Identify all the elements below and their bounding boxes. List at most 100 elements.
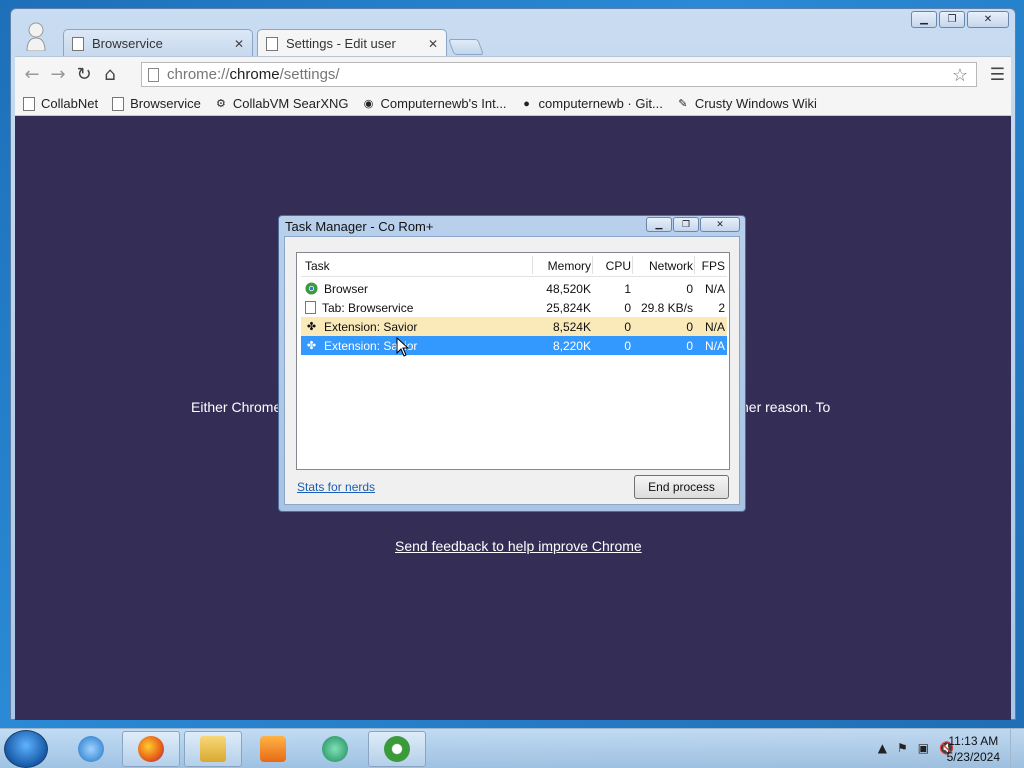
column-header-cpu[interactable]: CPU <box>591 259 631 273</box>
network-cell: 0 <box>686 338 693 353</box>
table-row[interactable]: Tab: Browservice 25,824K 0 29.8 KB/s 2 <box>301 298 727 317</box>
profile-avatar-icon[interactable] <box>25 21 47 51</box>
fps-cell: N/A <box>704 319 725 334</box>
start-button[interactable] <box>4 730 48 768</box>
network-cell: 29.8 KB/s <box>640 300 693 315</box>
task-name: Extension: Savior <box>324 319 418 334</box>
bookmark-item[interactable]: ✎ Crusty Windows Wiki <box>677 96 817 111</box>
searx-icon: ⚙ <box>215 98 226 110</box>
firefox-taskbar-icon[interactable] <box>122 731 180 767</box>
column-divider[interactable] <box>694 256 695 274</box>
network-cell: 0 <box>686 281 693 296</box>
table-row[interactable]: ✤ Extension: Savior 8,524K 0 0 N/A <box>301 317 727 336</box>
menu-icon[interactable]: ☰ <box>990 65 1005 85</box>
tab-browservice[interactable]: Browservice ✕ <box>63 29 253 57</box>
tab-title: Settings - Edit user <box>286 36 396 51</box>
column-divider[interactable] <box>592 256 593 274</box>
bookmark-item[interactable]: ◉ Computernewb's Int... <box>363 96 507 111</box>
column-header-network[interactable]: Network <box>631 259 693 273</box>
cpu-cell: 0 <box>624 319 631 334</box>
clock-date: 5/23/2024 <box>946 750 1000 764</box>
page-icon <box>148 67 159 82</box>
bookmarks-bar: CollabNet Browservice ⚙ CollabVM SearXNG… <box>15 92 1011 116</box>
chrome-taskbar-icon[interactable] <box>368 731 426 767</box>
process-table: Task Memory CPU Network FPS Browser 48,5… <box>296 252 730 470</box>
page-icon <box>72 36 84 51</box>
task-name: Tab: Browservice <box>322 300 414 315</box>
new-tab-button[interactable] <box>448 39 484 55</box>
bookmark-label: CollabVM SearXNG <box>232 96 349 111</box>
toolbar: ← → ↻ ⌂ chrome://chrome/settings/ ☆ ☰ <box>15 56 1011 92</box>
column-header-fps[interactable]: FPS <box>693 259 725 273</box>
action-center-flag-icon[interactable]: ⚑ <box>897 741 908 755</box>
explorer-taskbar-icon[interactable] <box>184 731 242 767</box>
fps-cell: N/A <box>704 338 725 353</box>
taskbar: ▲ ⚑ ▣ 🔇 11:13 AM 5/23/2024 <box>0 728 1024 768</box>
bookmark-item[interactable]: CollabNet <box>23 96 98 111</box>
task-manager-dialog: Task Manager - Co Rom+ ▁ ❐ ✕ Task Memory… <box>278 215 746 512</box>
cpu-cell: 0 <box>624 338 631 353</box>
table-row-selected[interactable]: ✤ Extension: Savior 8,220K 0 0 N/A <box>301 336 727 355</box>
task-name: Browser <box>324 281 369 296</box>
show-hidden-icons-icon[interactable]: ▲ <box>878 741 887 755</box>
minimize-button[interactable]: ▁ <box>646 217 672 232</box>
page-icon <box>23 96 35 111</box>
table-row[interactable]: Browser 48,520K 1 0 N/A <box>301 279 727 298</box>
stats-for-nerds-link[interactable]: Stats for nerds <box>297 480 375 494</box>
task-cell: ✤ Extension: Savior <box>301 320 531 334</box>
address-bar[interactable]: chrome://chrome/settings/ ☆ <box>141 62 977 87</box>
puzzle-icon: ✤ <box>306 321 317 333</box>
reload-icon[interactable]: ↻ <box>71 62 97 88</box>
clock-time: 11:13 AM <box>948 734 999 748</box>
tab-close-icon[interactable]: ✕ <box>234 37 244 51</box>
close-button[interactable]: ✕ <box>700 217 740 232</box>
tab-close-icon[interactable]: ✕ <box>428 37 438 51</box>
dialog-body: Task Memory CPU Network FPS Browser 48,5… <box>284 236 740 505</box>
task-cell: Browser <box>301 282 531 296</box>
page-icon <box>305 301 316 314</box>
end-process-button[interactable]: End process <box>634 475 729 499</box>
memory-cell: 8,524K <box>552 319 591 334</box>
column-header-memory[interactable]: Memory <box>531 259 591 273</box>
column-divider[interactable] <box>532 256 533 274</box>
internet-explorer-taskbar-icon[interactable] <box>62 731 120 767</box>
network-cell: 0 <box>686 319 693 334</box>
fps-cell: N/A <box>704 281 725 296</box>
cpu-cell: 0 <box>624 300 631 315</box>
collabvm-taskbar-icon[interactable] <box>306 731 364 767</box>
fps-cell: 2 <box>718 300 725 315</box>
chrome-icon <box>305 282 318 295</box>
media-player-taskbar-icon[interactable] <box>244 731 302 767</box>
url-path: /settings/ <box>279 66 340 83</box>
column-divider[interactable] <box>632 256 633 274</box>
minimize-button[interactable]: ▁ <box>911 11 937 28</box>
tab-settings-edit-user[interactable]: Settings - Edit user ✕ <box>257 29 447 57</box>
bookmark-star-icon[interactable]: ☆ <box>952 65 968 86</box>
clock[interactable]: 11:13 AM 5/23/2024 <box>947 733 1000 765</box>
send-feedback-link[interactable]: Send feedback to help improve Chrome <box>395 538 642 554</box>
maximize-button[interactable]: ❐ <box>673 217 699 232</box>
column-header-task[interactable]: Task <box>301 259 531 273</box>
memory-cell: 8,220K <box>552 338 591 353</box>
close-button[interactable]: ✕ <box>967 11 1009 28</box>
bookmark-item[interactable]: Browservice <box>112 96 201 111</box>
bookmark-label: Computernewb's Int... <box>380 96 507 111</box>
network-icon[interactable]: ▣ <box>918 741 929 755</box>
maximize-button[interactable]: ❐ <box>939 11 965 28</box>
mouse-cursor-icon <box>396 337 410 357</box>
system-tray: ▲ ⚑ ▣ 🔇 <box>878 741 954 755</box>
forward-arrow-icon[interactable]: → <box>45 62 71 88</box>
error-message-right: her reason. To <box>741 399 831 415</box>
home-icon[interactable]: ⌂ <box>97 62 123 88</box>
dialog-title: Task Manager - Co Rom+ <box>285 219 434 234</box>
github-icon: ● <box>523 97 530 110</box>
show-desktop-button[interactable] <box>1010 729 1024 768</box>
back-arrow-icon[interactable]: ← <box>19 62 45 88</box>
bookmark-item[interactable]: ⚙ CollabVM SearXNG <box>215 96 349 111</box>
page-icon <box>112 96 125 111</box>
chrome-icon <box>384 736 410 762</box>
dialog-window-controls: ▁ ❐ ✕ <box>646 217 740 232</box>
collabvm-icon <box>322 736 348 762</box>
firefox-icon <box>138 736 164 762</box>
bookmark-item[interactable]: ● computernewb · Git... <box>521 96 663 111</box>
